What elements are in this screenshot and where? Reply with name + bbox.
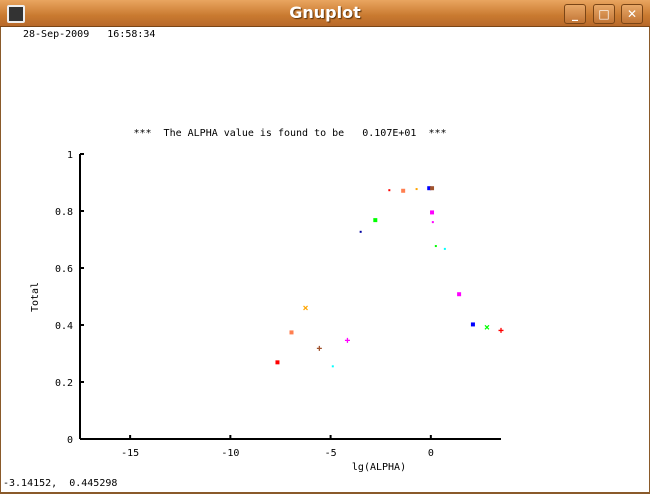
- data-point: [484, 324, 490, 330]
- data-point: [498, 327, 504, 333]
- data-point: [359, 230, 362, 233]
- data-point: [331, 365, 334, 368]
- x-tick-label: -10: [221, 448, 239, 459]
- y-tick-label: 0.6: [55, 264, 73, 275]
- x-tick-label: -5: [325, 448, 337, 459]
- data-point: [457, 292, 462, 297]
- data-point: [470, 322, 475, 327]
- data-point: [373, 218, 378, 223]
- data-point: [289, 330, 294, 335]
- data-point: [316, 345, 322, 351]
- y-tick-label: 0: [67, 435, 73, 446]
- data-point: [415, 188, 418, 191]
- y-tick-label: 0.2: [55, 378, 73, 389]
- data-point: [275, 360, 280, 365]
- data-point: [431, 221, 434, 224]
- data-point: [303, 305, 308, 311]
- y-tick-label: 0.4: [55, 321, 73, 332]
- data-point: [430, 210, 435, 215]
- data-point: [443, 247, 446, 250]
- data-point: [388, 189, 391, 192]
- y-axis-label: Total: [30, 282, 41, 312]
- data-point: [434, 245, 437, 248]
- x-tick-label: 0: [428, 448, 434, 459]
- chart-title: *** The ALPHA value is found to be 0.107…: [133, 128, 446, 139]
- data-point: [430, 186, 435, 191]
- scatter-plot[interactable]: -15 -10 -5 0 0 0.2 0.4 0.6 0.8 1 *** The ALPHA val…: [0, 0, 650, 494]
- y-tick-label: 1: [67, 150, 73, 161]
- y-tick-label: 0.8: [55, 207, 73, 218]
- x-axis-label: lg(ALPHA): [352, 462, 406, 473]
- x-tick-label: -15: [121, 448, 139, 459]
- data-point: [344, 337, 350, 343]
- data-point: [401, 188, 406, 193]
